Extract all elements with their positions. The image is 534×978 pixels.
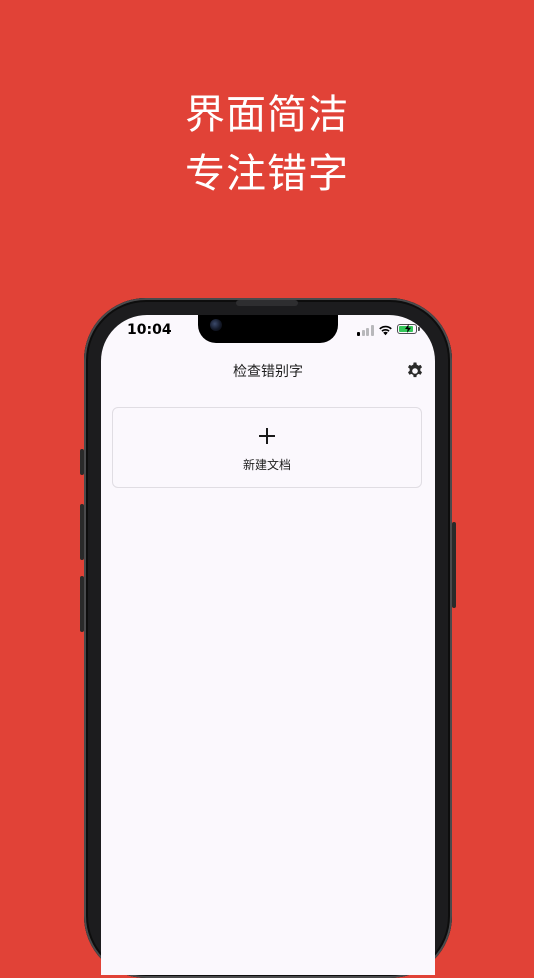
phone-speaker <box>236 300 298 306</box>
wifi-icon <box>379 325 392 336</box>
phone-power-button <box>452 522 456 608</box>
charging-bolt-icon <box>405 324 411 333</box>
plus-icon <box>259 428 275 444</box>
front-camera <box>210 319 222 331</box>
battery-charging-icon <box>397 324 417 334</box>
headline-line-1: 界面简洁 <box>185 92 349 138</box>
gear-icon <box>408 362 422 378</box>
new-document-button[interactable]: 新建文档 <box>112 407 422 488</box>
cellular-signal-icon <box>357 325 375 336</box>
battery-level-fill <box>399 324 413 333</box>
headline-line-2: 专注错字 <box>185 151 349 197</box>
battery-cap <box>418 327 420 331</box>
phone-screen: 10:04 检查错别字 新建文档 <box>101 315 435 975</box>
new-document-label: 新建文档 <box>242 458 291 472</box>
settings-button[interactable] <box>405 361 425 381</box>
status-time: 10:04 <box>127 322 172 338</box>
app-title: 检查错别字 <box>233 364 303 380</box>
